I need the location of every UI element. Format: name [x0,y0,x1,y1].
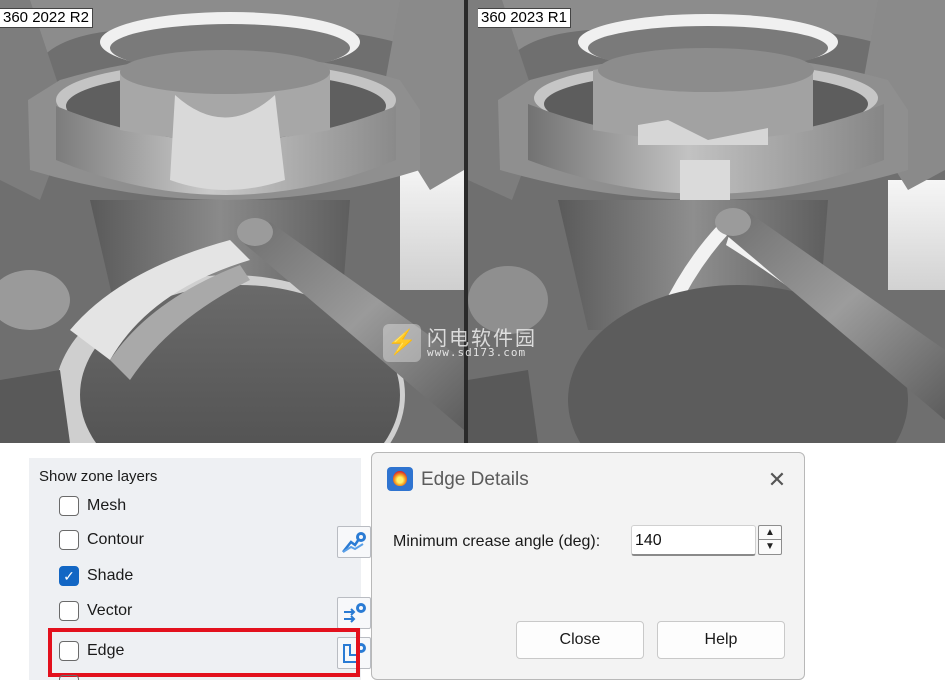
crease-angle-input[interactable]: 140 [631,525,756,556]
crease-angle-label: Minimum crease angle (deg): [393,533,601,550]
help-button[interactable]: Help [657,621,785,659]
viewport-label-left: 360 2022 R2 [0,8,93,28]
engine-render-right [468,0,945,443]
next-layer-checkbox-partial[interactable] [59,675,79,680]
layer-row-vector[interactable]: Vector [59,597,371,629]
contour-label: Contour [87,531,144,548]
spin-down-icon[interactable]: ▼ [759,540,781,554]
layer-row-mesh[interactable]: Mesh [59,492,349,522]
mesh-checkbox[interactable] [59,496,79,516]
vector-label: Vector [87,602,133,619]
app-flame-icon [387,467,413,491]
shade-label: Shade [87,567,134,584]
edge-highlight-box [48,628,360,677]
viewport-2023-r1[interactable]: 360 2023 R1 [468,0,945,443]
shade-checkbox[interactable]: ✓ [59,566,79,586]
engine-render-left [0,0,464,443]
edge-details-dialog: Edge Details ✕ Minimum crease angle (deg… [371,452,805,680]
zone-layers-title: Show zone layers [39,468,158,485]
close-button[interactable]: Close [516,621,644,659]
crease-angle-spinner[interactable]: ▲ ▼ [758,525,782,555]
spin-up-icon[interactable]: ▲ [759,526,781,540]
close-icon[interactable]: ✕ [764,467,790,493]
screenshot-root: 360 2022 R2 360 2023 R1 ⚡ 闪电软件园 www.sd17… [0,0,945,680]
viewport-label-right: 360 2023 R1 [478,8,571,28]
contour-details-button[interactable] [337,526,371,558]
dialog-title: Edge Details [421,469,529,490]
contour-settings-icon [342,532,366,553]
vector-details-button[interactable] [337,597,371,629]
layer-row-contour[interactable]: Contour [59,526,371,558]
vector-checkbox[interactable] [59,601,79,621]
viewport-2022-r2[interactable]: 360 2022 R2 [0,0,464,443]
mesh-label: Mesh [87,497,127,514]
vector-settings-icon [344,603,366,623]
contour-checkbox[interactable] [59,530,79,550]
layer-row-shade[interactable]: ✓ Shade [59,562,349,592]
